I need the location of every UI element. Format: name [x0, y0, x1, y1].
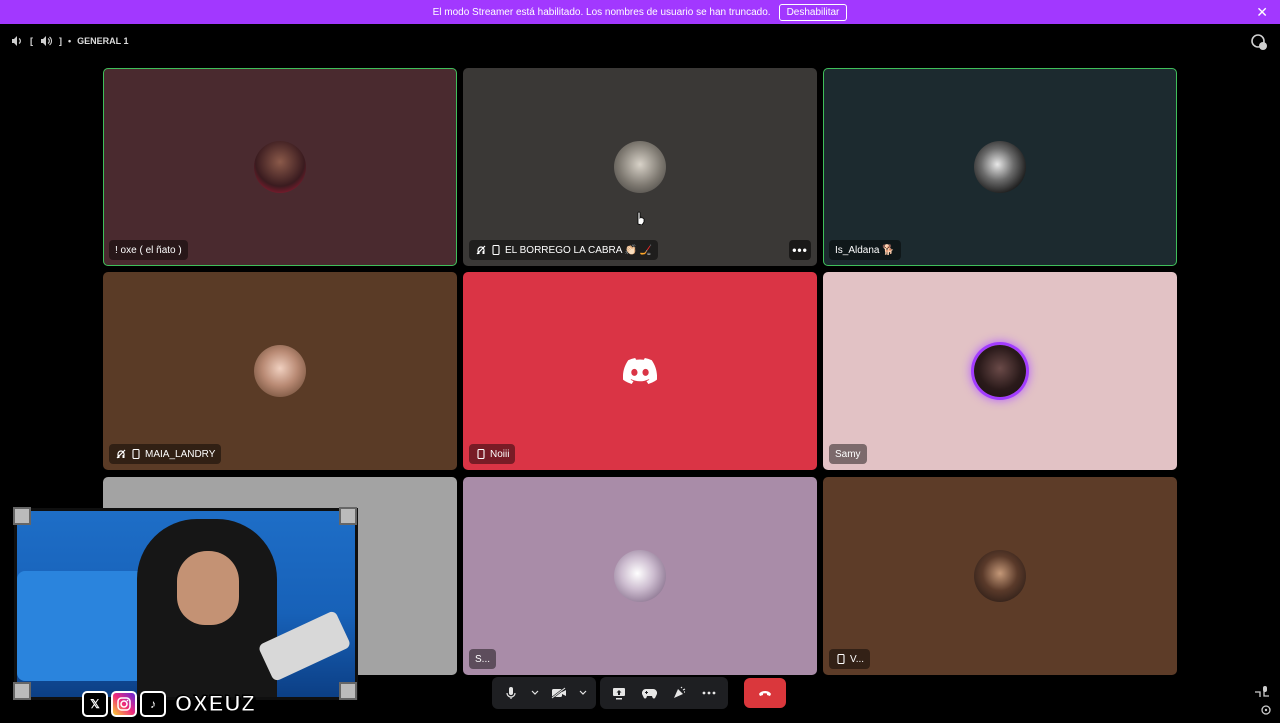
hangup-icon — [758, 684, 772, 702]
participant-nameplate: S... — [469, 649, 497, 669]
deafened-icon — [475, 245, 486, 256]
discord-logo-icon — [614, 345, 666, 397]
participant-name: S... — [475, 653, 491, 665]
close-icon[interactable]: ✕ — [1256, 4, 1268, 20]
x-icon: 𝕏 — [82, 691, 108, 717]
participant-tile[interactable]: Is_Aldana 🐕 — [823, 68, 1177, 266]
mobile-icon — [130, 449, 141, 460]
participant-nameplate: Is_Aldana 🐕 — [829, 240, 901, 260]
avatar — [974, 550, 1026, 602]
participant-tile[interactable]: V... — [823, 477, 1177, 675]
mobile-icon — [490, 245, 501, 256]
participant-tile[interactable]: Noiii — [463, 272, 817, 470]
webcam-couch — [17, 571, 157, 681]
gamepad-icon[interactable] — [636, 680, 662, 706]
screen-share-icon[interactable] — [606, 680, 632, 706]
bracket-open: [ — [30, 36, 33, 46]
frame-corner — [13, 507, 31, 525]
chevron-down-icon[interactable] — [576, 680, 590, 706]
social-handles: 𝕏 ♪ OXEUZ — [82, 689, 262, 719]
participant-tile[interactable]: MAIA_LANDRY — [103, 272, 457, 470]
actions-group — [600, 677, 728, 709]
volume-icon[interactable] — [39, 34, 53, 48]
avatar — [974, 345, 1026, 397]
participant-tile[interactable]: EL BORREGO LA CABRA 👏🏻 🏒 ••• — [463, 68, 817, 266]
participant-name: Samy — [835, 448, 861, 460]
participant-name: EL BORREGO LA CABRA 👏🏻 🏒 — [505, 244, 653, 256]
corner-controls — [1252, 684, 1272, 718]
participant-name: ! oxe ( el ñato ) — [115, 244, 182, 256]
separator-dot: • — [68, 36, 72, 46]
disable-streamer-mode-button[interactable]: Deshabilitar — [778, 3, 848, 21]
mic-camera-group — [492, 677, 596, 709]
voice-channel-header: [ ] • GENERAL 1 — [0, 24, 1280, 58]
banner-message: El modo Streamer está habilitado. Los no… — [432, 6, 771, 18]
webcam-overlay — [14, 508, 358, 700]
speaker-icon[interactable] — [10, 34, 24, 48]
participant-name: V... — [850, 653, 865, 665]
avatar — [254, 345, 306, 397]
more-options-button[interactable]: ••• — [789, 240, 811, 260]
avatar — [974, 141, 1026, 193]
avatar — [614, 141, 666, 193]
soundboard-icon[interactable] — [666, 680, 692, 706]
disconnect-button[interactable] — [744, 678, 786, 708]
frame-corner — [339, 507, 357, 525]
mobile-icon — [835, 654, 846, 665]
webcam-person-face — [177, 551, 239, 625]
participant-nameplate: EL BORREGO LA CABRA 👏🏻 🏒 — [469, 240, 659, 260]
avatar — [614, 550, 666, 602]
deafened-icon — [115, 449, 126, 460]
collapse-icon[interactable] — [1252, 684, 1272, 718]
participant-tile[interactable]: S... — [463, 477, 817, 675]
mobile-icon — [475, 449, 486, 460]
activity-icon[interactable] — [1250, 33, 1268, 51]
frame-corner — [13, 682, 31, 700]
tiktok-icon: ♪ — [140, 691, 166, 717]
channel-name: GENERAL 1 — [77, 36, 129, 46]
participant-name: Noiii — [490, 448, 510, 460]
instagram-icon — [111, 691, 137, 717]
participant-nameplate: V... — [829, 649, 871, 669]
call-controls — [492, 677, 792, 709]
cursor-icon — [637, 211, 645, 225]
camera-off-icon[interactable] — [546, 680, 572, 706]
more-icon[interactable] — [696, 680, 722, 706]
avatar — [254, 141, 306, 193]
participant-nameplate: MAIA_LANDRY — [109, 444, 222, 464]
participant-name: MAIA_LANDRY — [145, 448, 216, 460]
bracket-close: ] — [59, 36, 62, 46]
brand-name: OXEUZ — [175, 691, 256, 717]
participant-name: Is_Aldana 🐕 — [835, 244, 895, 256]
participant-nameplate: ! oxe ( el ñato ) — [109, 240, 188, 260]
microphone-icon[interactable] — [498, 680, 524, 706]
chevron-down-icon[interactable] — [528, 680, 542, 706]
participant-nameplate: Noiii — [469, 444, 516, 464]
participant-tile[interactable]: Samy — [823, 272, 1177, 470]
participant-tile[interactable]: ! oxe ( el ñato ) — [103, 68, 457, 266]
frame-corner — [339, 682, 357, 700]
streamer-mode-banner: El modo Streamer está habilitado. Los no… — [0, 0, 1280, 24]
participant-nameplate: Samy — [829, 444, 867, 464]
